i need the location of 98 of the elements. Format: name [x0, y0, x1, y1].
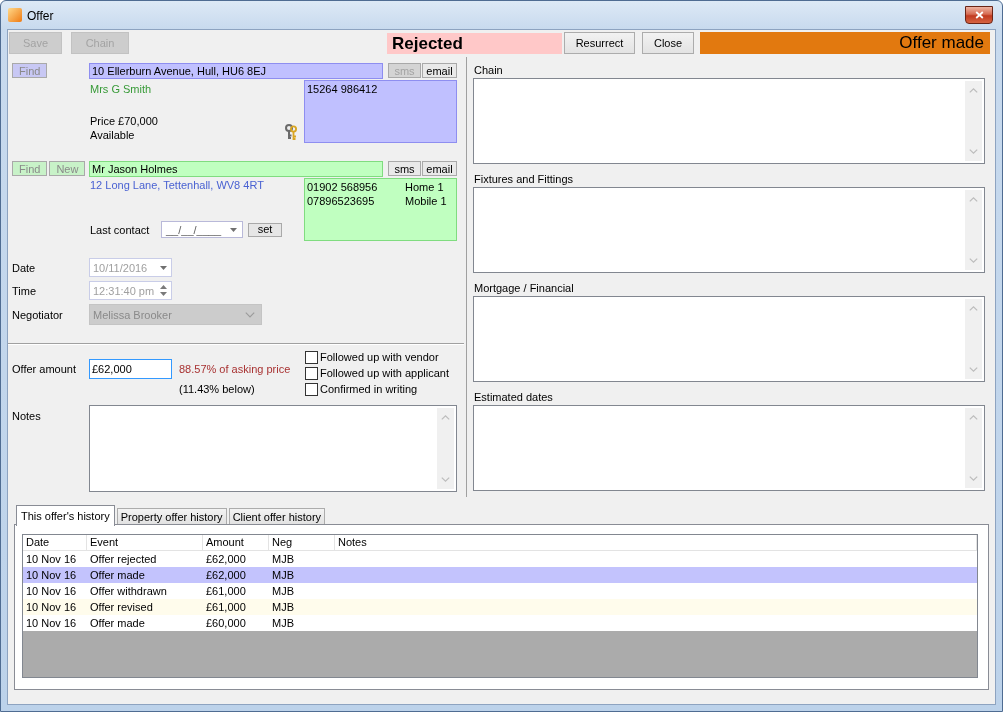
table-cell-text: MJB — [271, 600, 295, 615]
email-button[interactable]: email — [422, 161, 457, 176]
table-cell-text: 10 Nov 16 — [25, 616, 78, 631]
memo-field[interactable] — [473, 78, 985, 164]
date-field[interactable]: __/__/____ — [161, 221, 243, 238]
field-label: Notes — [11, 409, 42, 424]
checkbox-label[interactable]: Followed up with vendor — [320, 350, 439, 364]
table-cell-text: Offer made — [89, 616, 146, 631]
phone-number: 01902 568956 — [307, 180, 379, 194]
table-cell-text: £62,000 — [205, 552, 247, 567]
asking-price-ratio: 88.57% of asking price — [179, 362, 292, 376]
chevron-up-icon[interactable] — [969, 306, 978, 311]
chevron-up-icon[interactable] — [969, 415, 978, 420]
window-title: Offer — [27, 9, 54, 24]
phone-type: Home 1 — [405, 180, 444, 194]
table-cell-text: 10 Nov 16 — [25, 600, 78, 615]
table-cell-text: £61,000 — [205, 600, 247, 615]
chevron-down-icon[interactable] — [969, 367, 978, 372]
memo-field[interactable] — [473, 187, 985, 273]
table-cell-text: £61,000 — [205, 584, 247, 599]
table-cell-text: £60,000 — [205, 616, 247, 631]
field-label: Estimated dates — [473, 390, 554, 404]
column-header[interactable]: Notes — [335, 535, 977, 550]
table-row[interactable]: 10 Nov 16 Offer revised £61,000 MJB — [23, 599, 977, 615]
table-cell-text: 10 Nov 16 — [25, 552, 78, 567]
phone-number: 07896523695 — [307, 194, 376, 208]
close-button[interactable] — [965, 6, 993, 24]
phone-type: Mobile 1 — [405, 194, 447, 208]
field-label: Offer amount — [11, 362, 77, 376]
caret-down-icon[interactable] — [230, 227, 237, 232]
chevron-down-icon[interactable] — [441, 477, 450, 482]
sms-button[interactable]: sms — [388, 161, 421, 176]
tab[interactable]: This offer's history — [16, 505, 115, 526]
chevron-up-icon[interactable] — [441, 415, 450, 420]
checkbox[interactable] — [305, 382, 318, 396]
status-banner: Rejected — [387, 32, 562, 54]
checkbox[interactable] — [305, 366, 318, 380]
phone-number: 15264 986412 — [307, 82, 379, 96]
chevron-down-icon[interactable] — [969, 476, 978, 481]
table-row[interactable]: 10 Nov 16 Offer made £60,000 MJB — [23, 615, 977, 631]
difference-text: (11.43% below) — [179, 382, 256, 396]
resurrect-button[interactable]: Resurrect — [564, 32, 635, 54]
close-icon[interactable] — [974, 11, 984, 19]
table-cell-text: 10 Nov 16 — [25, 568, 78, 583]
field-label: Time — [11, 283, 38, 298]
table-cell-text: Offer revised — [89, 600, 154, 615]
chevron-up-icon[interactable] — [969, 197, 978, 202]
offer-amount-field[interactable]: £62,000 — [89, 359, 172, 379]
table-row[interactable]: 10 Nov 16 Offer rejected £62,000 MJB — [23, 551, 977, 567]
checkbox-label[interactable]: Confirmed in writing — [320, 382, 418, 396]
memo-field[interactable] — [473, 405, 985, 491]
scrollbar[interactable] — [965, 81, 982, 161]
field-label: Date — [11, 260, 37, 275]
table-row[interactable]: 10 Nov 16 Offer made £62,000 MJB — [23, 567, 977, 583]
scrollbar[interactable] — [437, 408, 454, 489]
field-label: Mortgage / Financial — [473, 281, 575, 295]
table-cell-text: MJB — [271, 616, 295, 631]
table-cell-text: MJB — [271, 584, 295, 599]
email-button[interactable]: email — [422, 63, 457, 78]
tab[interactable]: Property offer history — [116, 508, 227, 524]
scrollbar[interactable] — [965, 299, 982, 379]
field-label: Fixtures and Fittings — [473, 172, 575, 186]
checkbox-label[interactable]: Followed up with applicant — [320, 366, 450, 380]
column-header[interactable]: Amount — [203, 535, 269, 550]
scrollbar[interactable] — [965, 190, 982, 270]
field-label: Chain — [473, 63, 504, 77]
set-button[interactable]: set — [248, 222, 282, 237]
memo-field[interactable] — [473, 296, 985, 382]
chevron-down-icon[interactable] — [969, 149, 978, 154]
table-cell-text: £62,000 — [205, 568, 247, 583]
column-header[interactable]: Neg — [269, 535, 335, 550]
field-label: Last contact — [90, 222, 151, 237]
table-cell-text: Offer rejected — [89, 552, 158, 567]
price-text: Price £70,000 — [90, 114, 158, 128]
scrollbar[interactable] — [965, 408, 982, 488]
column-header[interactable]: Event — [87, 535, 203, 550]
column-header[interactable]: Date — [23, 535, 87, 550]
notes-field[interactable] — [89, 405, 457, 492]
availability-text: Available — [90, 128, 136, 142]
table-cell-text: MJB — [271, 552, 295, 567]
address-field[interactable]: 10 Ellerburn Avenue, Hull, HU6 8EJ — [89, 63, 383, 79]
name-field[interactable]: Mr Jason Holmes — [89, 161, 383, 177]
chevron-up-icon[interactable] — [969, 88, 978, 93]
field-label: Negotiator — [11, 307, 64, 322]
table-cell-text: MJB — [271, 568, 295, 583]
vendor-name: Mrs G Smith — [90, 82, 153, 96]
table-cell-text: Offer withdrawn — [89, 584, 168, 599]
tab[interactable]: Client offer history — [228, 508, 326, 524]
table-cell-text: 10 Nov 16 — [25, 584, 78, 599]
close-button[interactable]: Close — [642, 32, 694, 54]
chevron-down-icon[interactable] — [969, 258, 978, 263]
checkbox[interactable] — [305, 350, 318, 364]
keys-icon — [284, 124, 298, 141]
window-icon — [8, 8, 22, 22]
table-row[interactable]: 10 Nov 16 Offer withdrawn £61,000 MJB — [23, 583, 977, 599]
stage-banner: Offer made — [700, 32, 990, 54]
applicant-address: 12 Long Lane, Tettenhall, WV8 4RT — [90, 178, 265, 192]
table-cell-text: Offer made — [89, 568, 146, 583]
